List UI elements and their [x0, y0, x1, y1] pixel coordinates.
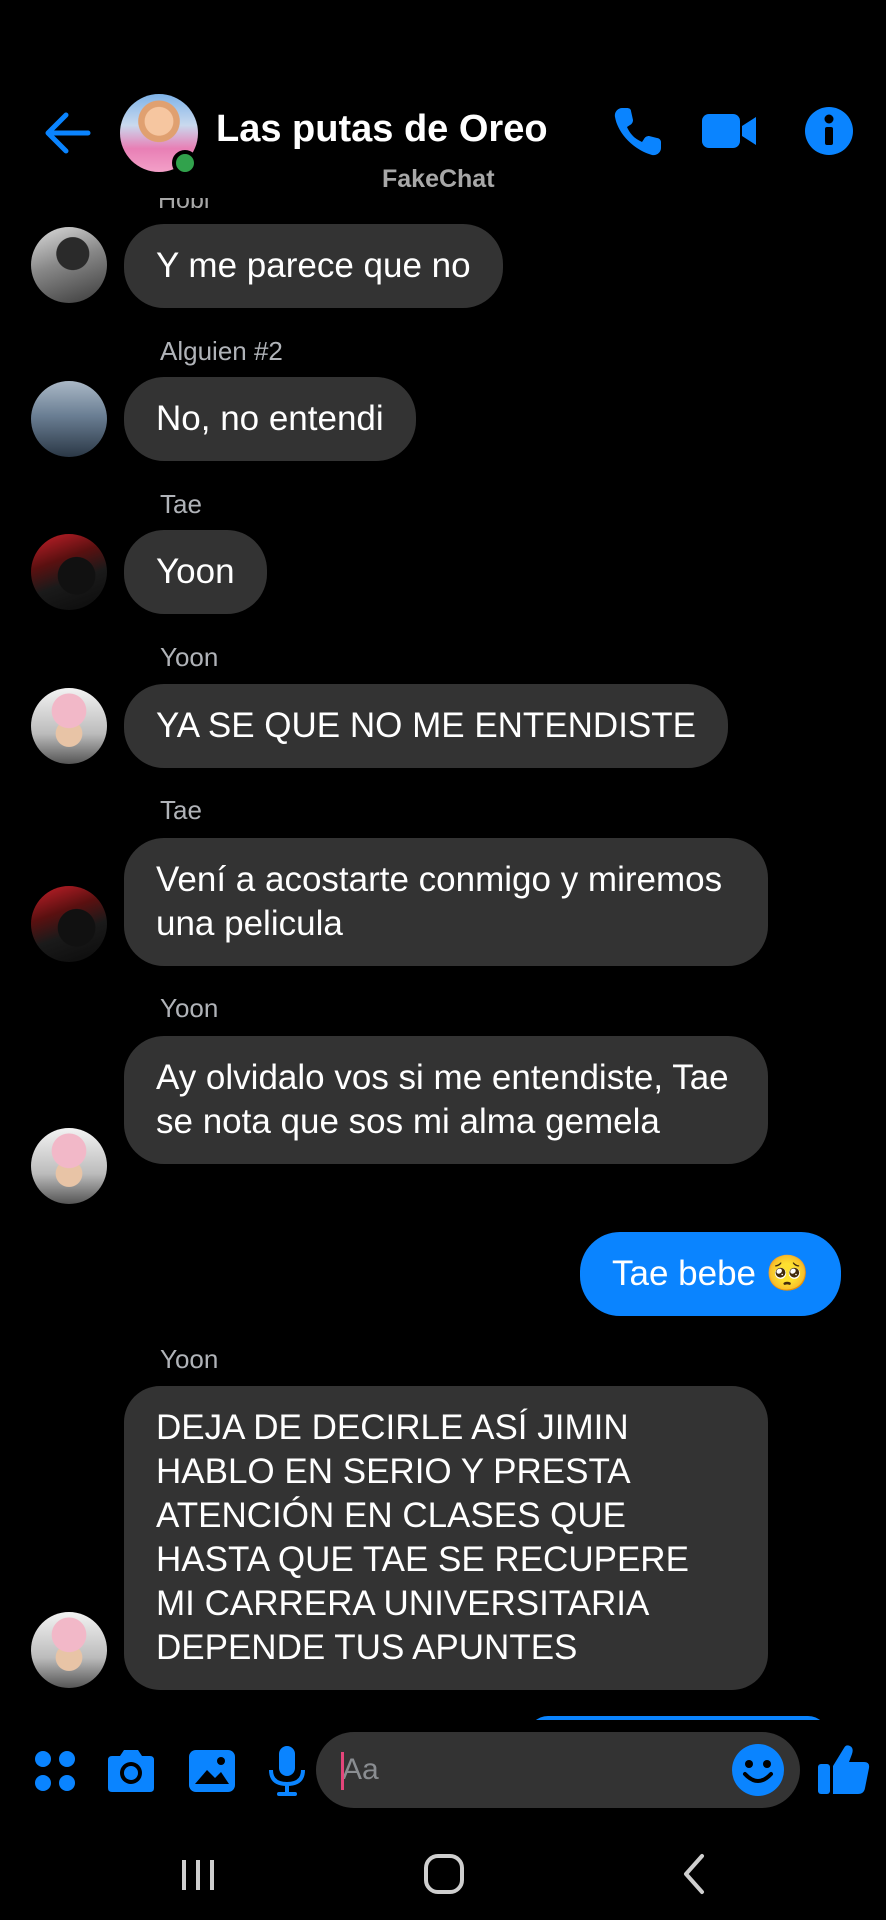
message-bubble[interactable]: Y me parece que no — [124, 224, 503, 308]
message-bubble[interactable]: Vení a acostarte conmigo y miremos una p… — [124, 838, 768, 966]
info-icon[interactable] — [798, 100, 860, 162]
avatar-tae[interactable] — [31, 886, 107, 962]
phone-icon[interactable] — [608, 100, 670, 162]
avatar-yoon[interactable] — [31, 1612, 107, 1688]
sender-name: Yoon — [160, 993, 219, 1023]
back-arrow-icon[interactable] — [40, 105, 96, 161]
message-bubble[interactable]: No, no entendi — [124, 377, 416, 461]
message-bubble[interactable]: YA SE QUE NO ME ENTENDISTE — [124, 684, 729, 768]
sender-name: Tae — [160, 795, 202, 825]
camera-icon[interactable] — [102, 1742, 160, 1800]
microphone-icon[interactable] — [258, 1742, 316, 1800]
avatar-hobi[interactable] — [31, 227, 107, 303]
online-indicator — [172, 150, 198, 176]
video-camera-icon[interactable] — [698, 100, 760, 162]
recent-apps-icon[interactable] — [168, 1846, 228, 1902]
avatar-yoon[interactable] — [31, 688, 107, 764]
emoji-icon[interactable] — [728, 1740, 788, 1800]
apps-icon[interactable] — [26, 1742, 84, 1800]
watermark-text: FakeChat — [382, 165, 495, 193]
sender-name: Yoon — [160, 1344, 219, 1374]
text-caret — [341, 1752, 344, 1790]
message-bubble[interactable]: Ay olvidalo vos si me entendiste, Tae se… — [124, 1036, 768, 1164]
my-message-bubble[interactable]: Tae bebe 🥺 — [580, 1232, 842, 1316]
sender-name: Tae — [160, 489, 202, 519]
home-icon[interactable] — [414, 1846, 474, 1902]
gallery-icon[interactable] — [183, 1742, 241, 1800]
thumbs-up-icon[interactable] — [814, 1738, 874, 1798]
message-bubble[interactable]: Yoon — [124, 530, 267, 614]
avatar-alguien[interactable] — [31, 381, 107, 457]
system-back-icon[interactable] — [664, 1846, 724, 1902]
avatar-tae[interactable] — [31, 534, 107, 610]
chat-title[interactable]: Las putas de Oreo — [216, 108, 548, 151]
avatar-yoon[interactable] — [31, 1128, 107, 1204]
sender-name: Alguien #2 — [160, 336, 283, 366]
message-bubble[interactable]: DEJA DE DECIRLE ASÍ JIMIN HABLO EN SERIO… — [124, 1386, 768, 1690]
sender-name: Yoon — [160, 642, 219, 672]
